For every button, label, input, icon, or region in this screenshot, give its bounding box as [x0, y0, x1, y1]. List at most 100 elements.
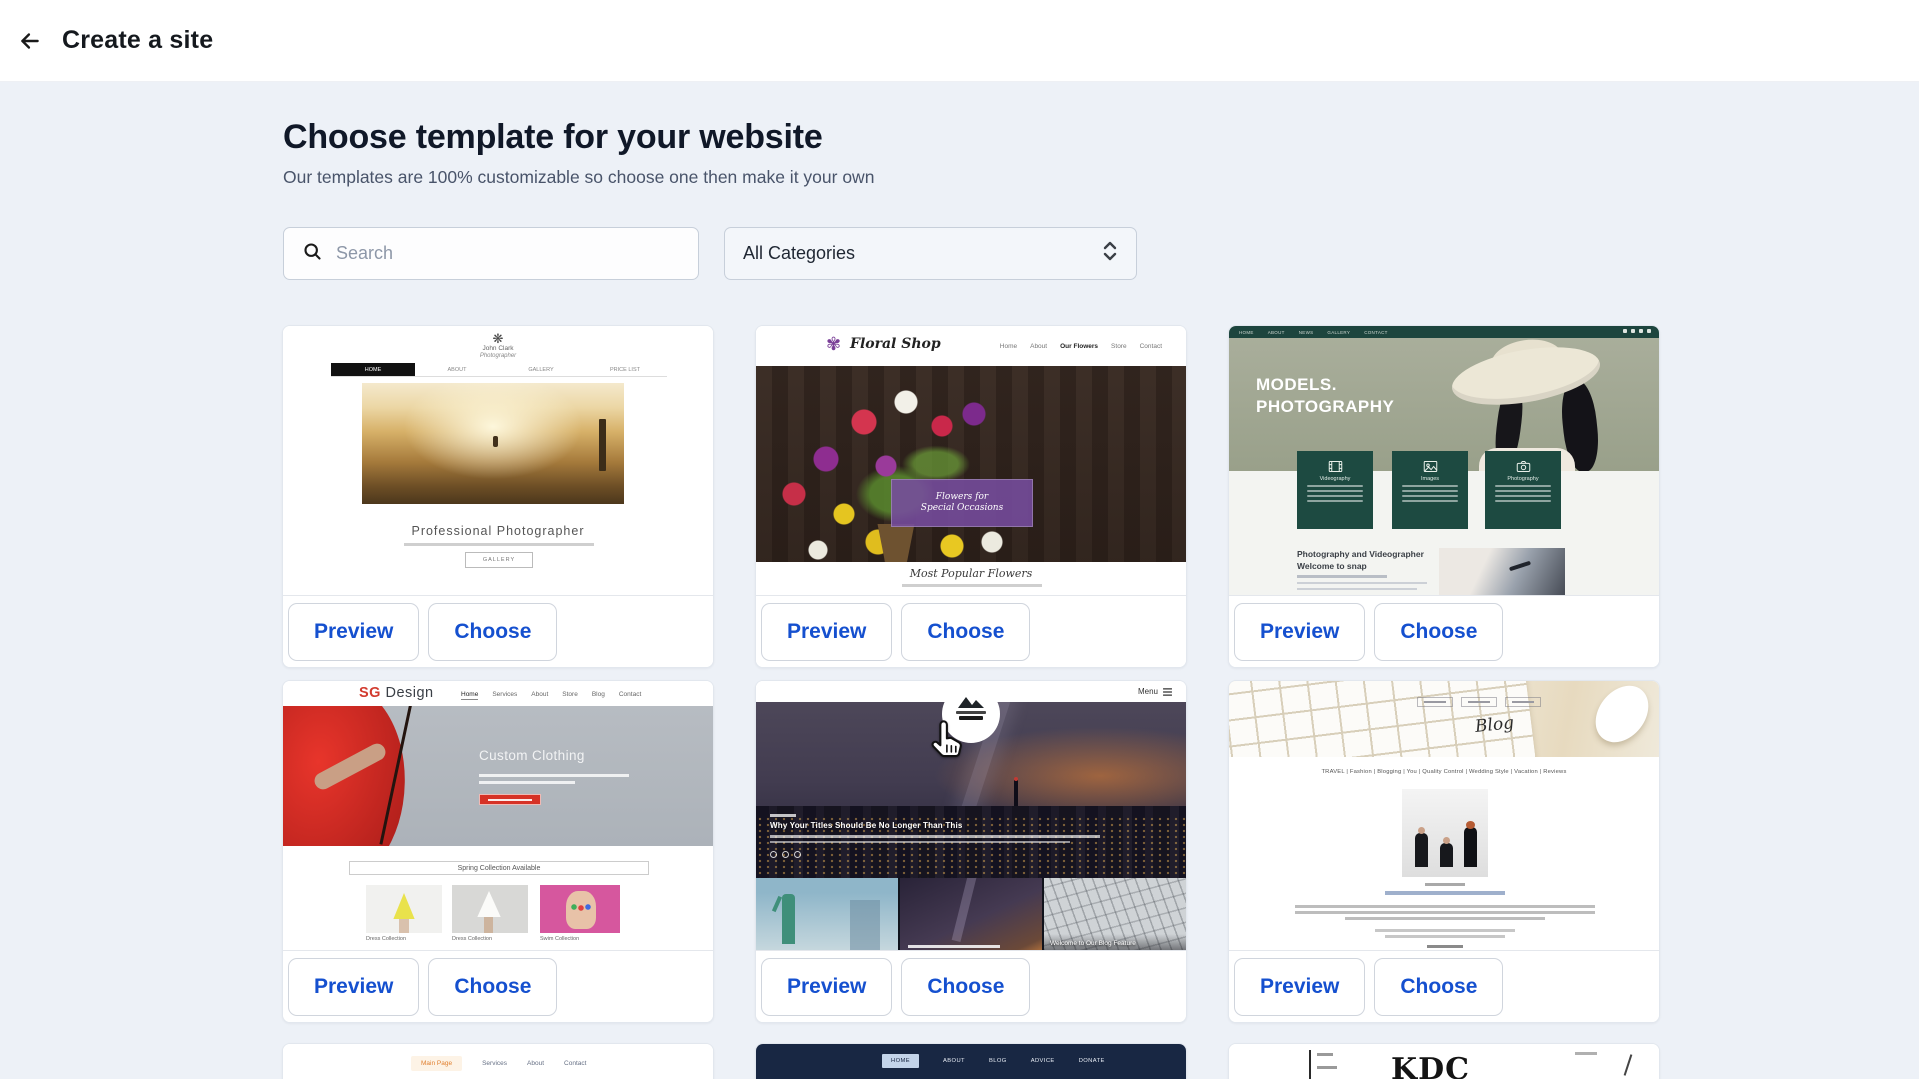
mini-thumb-strip: Welcome to Our Blog Feature [756, 878, 1186, 950]
mini-photo-office [1402, 789, 1488, 877]
thumb-night-sky [900, 878, 1042, 950]
template-thumbnail[interactable]: KDC [1229, 1044, 1659, 1079]
template-card-blog: Blog TRAVEL | Fashion | Blogging | You |… [1228, 680, 1660, 1023]
mini-red-button [479, 794, 541, 805]
feature-box-images: Images [1392, 451, 1468, 529]
preview-button[interactable]: Preview [1234, 958, 1365, 1016]
template-card-row3-right: KDC [1228, 1043, 1660, 1079]
hero-banner: Flowers for Special Occasions [891, 479, 1033, 527]
mini-subheading: Welcome to snap [1297, 561, 1367, 571]
create-site-page: { "header": { "title": "Create a site" }… [0, 0, 1919, 1079]
card-actions: Preview Choose [283, 595, 713, 667]
mini-read-more [1427, 945, 1463, 948]
mini-brand-sub: Photographer [283, 353, 713, 359]
mini-nav: TRAVEL | Fashion | Blogging | You | Qual… [1229, 769, 1659, 775]
preview-button[interactable]: Preview [761, 603, 892, 661]
mini-nav: HOMEABOUTGALLERYPRICE LIST [331, 363, 667, 377]
mouse-graphic [1585, 681, 1659, 753]
template-thumbnail[interactable]: ❋ John Clark Photographer HOMEABOUTGALLE… [283, 326, 713, 595]
mini-gallery-button: GALLERY [465, 552, 533, 568]
mini-hero-title: Custom Clothing [479, 748, 585, 763]
carousel-dots [770, 851, 1100, 858]
back-button[interactable] [12, 24, 48, 60]
category-selected-value: All Categories [743, 243, 1102, 264]
mini-tagline [404, 543, 594, 546]
mini-nav: HOMEABOUTBLOGADVICEDONATE [882, 1054, 1105, 1068]
template-thumbnail[interactable]: SG Design HomeServicesAboutStoreBlogCont… [283, 681, 713, 950]
category-select[interactable]: All Categories [724, 227, 1137, 280]
card-actions: Preview Choose [1229, 595, 1659, 667]
page-title: Create a site [62, 26, 213, 55]
template-search[interactable] [283, 227, 699, 280]
choose-button[interactable]: Choose [428, 603, 557, 661]
mini-brand: SG Design [359, 685, 434, 701]
flower-icon: ✾ [826, 334, 841, 355]
search-input[interactable] [336, 243, 666, 264]
mini-logo-badge [942, 685, 1000, 743]
template-card-row3-middle: HOMEABOUTBLOGADVICEDONATE [755, 1043, 1187, 1079]
back-arrow-icon [17, 28, 43, 57]
preview-button[interactable]: Preview [761, 958, 892, 1016]
template-card-row3-left: Main PageServicesAboutContact [282, 1043, 714, 1079]
mini-heading: Photography and Videographer [1297, 549, 1424, 559]
hamburger-icon [1163, 688, 1172, 696]
mini-nav: HomeAboutOur FlowersStoreContact [1000, 343, 1162, 350]
template-thumbnail[interactable]: Main PageServicesAboutContact [283, 1044, 713, 1079]
template-thumbnail[interactable]: Menu Why Your Titles Should Be No Longer… [756, 681, 1186, 950]
camera-icon [1516, 460, 1531, 473]
social-icons [1623, 329, 1651, 333]
preview-button[interactable]: Preview [288, 603, 419, 661]
template-thumbnail[interactable]: Blog TRAVEL | Fashion | Blogging | You |… [1229, 681, 1659, 950]
template-thumbnail[interactable]: HOMEABOUTBLOGADVICEDONATE [756, 1044, 1186, 1079]
card-actions: Preview Choose [756, 595, 1186, 667]
template-card-floral-shop: ✾ Floral Shop HomeAboutOur FlowersStoreC… [755, 325, 1187, 668]
feature-box-videography: Videography [1297, 451, 1373, 529]
mini-menu: Menu [1138, 687, 1172, 696]
film-icon [1328, 460, 1343, 473]
hero-image-tulips: Flowers for Special Occasions [756, 366, 1186, 562]
mini-nav: Main PageServicesAboutContact [411, 1056, 586, 1071]
choose-button[interactable]: Choose [1374, 958, 1503, 1016]
section-heading: Choose template for your website [283, 118, 823, 157]
mini-collection-bar: Spring Collection Available [349, 861, 649, 875]
image-icon [1423, 460, 1438, 473]
template-card-models-photography: HOMEABOUTNEWSGALLERYCONTACT MODELS. PHOT… [1228, 325, 1660, 668]
choose-button[interactable]: Choose [901, 603, 1030, 661]
card-actions: Preview Choose [756, 950, 1186, 1022]
choose-button[interactable]: Choose [428, 958, 557, 1016]
mini-title: Professional Photographer [283, 524, 713, 538]
hero-image-keyboard: Blog [1229, 681, 1659, 757]
product-caption: Swim Collection [540, 936, 579, 942]
product-thumb-yellow-dress [366, 885, 442, 933]
preview-button[interactable]: Preview [288, 958, 419, 1016]
card-actions: Preview Choose [1229, 950, 1659, 1022]
mini-section-title: Most Popular Flowers [756, 567, 1186, 580]
mini-section-subtitle [902, 584, 1042, 587]
hero-image-red-dress: Custom Clothing [283, 706, 713, 846]
mountains-icon [956, 695, 986, 709]
mini-script-title: Blog [1474, 713, 1515, 737]
template-card-professional-photographer: ❋ John Clark Photographer HOMEABOUTGALLE… [282, 325, 714, 668]
section-subheading: Our templates are 100% customizable so c… [283, 167, 874, 188]
search-icon [302, 241, 323, 267]
mini-brand: John Clark [283, 345, 713, 352]
mini-nav: HOMEABOUTNEWSGALLERYCONTACT [1229, 326, 1659, 338]
template-thumbnail[interactable]: HOMEABOUTNEWSGALLERYCONTACT MODELS. PHOT… [1229, 326, 1659, 595]
product-thumb-white-dress [452, 885, 528, 933]
template-card-travel-blog: Menu Why Your Titles Should Be No Longer… [755, 680, 1187, 1023]
thumb-ski-lift: Welcome to Our Blog Feature [1044, 878, 1186, 950]
choose-button[interactable]: Choose [1374, 603, 1503, 661]
template-card-sg-design: SG Design HomeServicesAboutStoreBlogCont… [282, 680, 714, 1023]
mini-nav: HomeServicesAboutStoreBlogContact [461, 691, 641, 700]
mini-title: MODELS. PHOTOGRAPHY [1256, 374, 1394, 418]
mini-brand: Floral Shop [850, 336, 941, 352]
choose-button[interactable]: Choose [901, 958, 1030, 1016]
preview-button[interactable]: Preview [1234, 603, 1365, 661]
app-header: Create a site [0, 0, 1919, 82]
template-thumbnail[interactable]: ✾ Floral Shop HomeAboutOur FlowersStoreC… [756, 326, 1186, 595]
product-caption: Dress Collection [452, 936, 492, 942]
card-actions: Preview Choose [283, 950, 713, 1022]
mini-photo-makeup [1439, 548, 1565, 595]
feature-box-photography: Photography [1485, 451, 1561, 529]
thumb-statue-of-liberty [756, 878, 898, 950]
